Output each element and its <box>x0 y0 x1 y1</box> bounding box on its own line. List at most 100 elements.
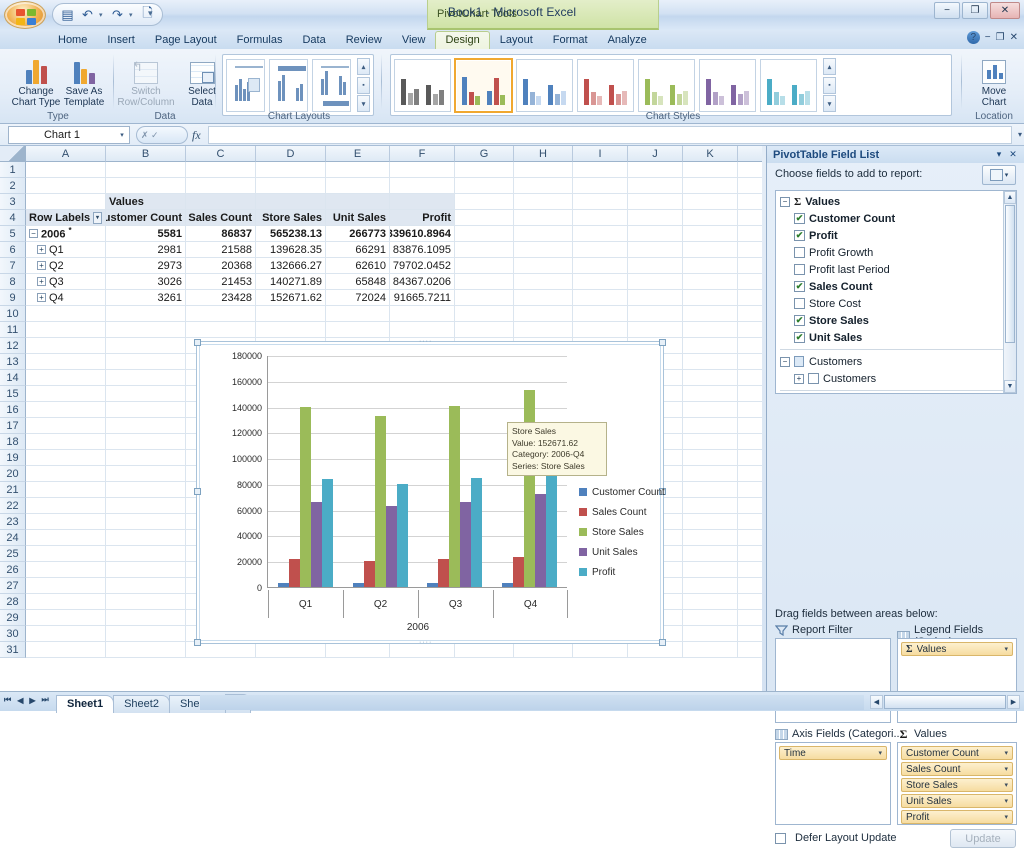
row-header-26[interactable]: 26 <box>0 562 26 578</box>
chart-style-thumb-3[interactable] <box>516 58 573 112</box>
pill-values-store-sales[interactable]: Store Sales ▾ <box>901 778 1013 792</box>
cell[interactable] <box>326 194 390 210</box>
cell[interactable] <box>26 418 106 434</box>
cell[interactable] <box>738 226 762 242</box>
pill-axis-time[interactable]: Time ▾ <box>779 746 887 760</box>
bar-unit-sales[interactable] <box>460 502 472 587</box>
row-header-24[interactable]: 24 <box>0 530 26 546</box>
cell[interactable] <box>628 306 683 322</box>
pivot-row-label[interactable]: −2006 * <box>26 226 106 242</box>
bar-sales-count[interactable] <box>438 559 450 587</box>
cell[interactable] <box>326 642 390 658</box>
chart-style-thumb-6[interactable] <box>699 58 756 112</box>
row-header-20[interactable]: 20 <box>0 466 26 482</box>
cell[interactable] <box>573 194 628 210</box>
cell[interactable] <box>455 226 514 242</box>
tab-home[interactable]: Home <box>48 31 97 49</box>
cell[interactable] <box>455 178 514 194</box>
cell[interactable] <box>106 466 186 482</box>
cell[interactable] <box>106 402 186 418</box>
expand-collapse-icon[interactable]: − <box>29 229 38 238</box>
pivot-value-cell[interactable]: 72024 <box>326 290 390 306</box>
field-item-profit[interactable]: ✔ Profit <box>776 227 1016 244</box>
field-item-customer-count[interactable]: ✔ Customer Count <box>776 210 1016 227</box>
chevron-down-icon[interactable]: ▾ <box>1004 765 1008 773</box>
cell[interactable] <box>683 642 738 658</box>
cell[interactable] <box>573 258 628 274</box>
pivot-value-cell[interactable]: 66291 <box>326 242 390 258</box>
cell[interactable] <box>683 482 738 498</box>
pivot-value-cell[interactable]: 2973 <box>106 258 186 274</box>
cell[interactable] <box>628 322 683 338</box>
cell[interactable] <box>514 162 573 178</box>
pivot-value-cell[interactable]: 86837 <box>186 226 256 242</box>
cell[interactable] <box>628 178 683 194</box>
cell[interactable] <box>26 530 106 546</box>
row-header-27[interactable]: 27 <box>0 578 26 594</box>
field-table-customers[interactable]: − Customers <box>776 353 1016 370</box>
cell[interactable] <box>683 562 738 578</box>
name-box[interactable]: Chart 1 ▾ <box>8 126 130 144</box>
pivot-row-label[interactable]: + Q2 <box>26 258 106 274</box>
field-item-customers[interactable]: + Customers <box>776 370 1016 387</box>
field-checkbox[interactable] <box>794 264 805 275</box>
cell[interactable] <box>738 466 762 482</box>
pivot-value-cell[interactable]: 84367.0206 <box>390 274 455 290</box>
cell[interactable] <box>738 482 762 498</box>
cell[interactable] <box>106 306 186 322</box>
pivot-column-header[interactable]: Customer Count <box>106 210 186 226</box>
legend-item-store-sales[interactable]: Store Sales <box>579 522 665 542</box>
cell[interactable] <box>683 514 738 530</box>
pivot-value-cell[interactable]: 152671.62 <box>256 290 326 306</box>
cell[interactable] <box>455 642 514 658</box>
pivot-value-cell[interactable]: 565238.13 <box>256 226 326 242</box>
pivot-value-cell[interactable]: 139628.35 <box>256 242 326 258</box>
bar-profit[interactable] <box>546 468 558 587</box>
cell[interactable] <box>106 610 186 626</box>
cell[interactable] <box>256 642 326 658</box>
horizontal-scrollbar[interactable]: ◀ ▶ <box>870 695 1020 709</box>
cell[interactable] <box>573 178 628 194</box>
panel-close-icon[interactable]: ✕ <box>1006 149 1020 160</box>
cell[interactable] <box>26 610 106 626</box>
row-header-11[interactable]: 11 <box>0 322 26 338</box>
cell[interactable] <box>514 642 573 658</box>
cell[interactable] <box>573 274 628 290</box>
cell[interactable] <box>628 210 683 226</box>
cell[interactable] <box>683 290 738 306</box>
pivot-value-cell[interactable]: 83876.1095 <box>390 242 455 258</box>
next-sheet-icon[interactable]: ▶ <box>29 696 35 705</box>
cell[interactable] <box>738 530 762 546</box>
cell[interactable] <box>326 322 390 338</box>
select-all-button[interactable] <box>0 146 26 162</box>
cell[interactable] <box>106 514 186 530</box>
cell[interactable] <box>256 194 326 210</box>
cell[interactable] <box>683 162 738 178</box>
cell[interactable] <box>573 242 628 258</box>
chart-handle-top[interactable]: ···· <box>419 338 432 345</box>
expand-collapse-icon[interactable]: − <box>780 356 790 367</box>
cell[interactable] <box>106 450 186 466</box>
chart-handle-br[interactable] <box>659 639 666 646</box>
cell[interactable] <box>26 626 106 642</box>
cell[interactable] <box>683 370 738 386</box>
tab-insert[interactable]: Insert <box>97 31 145 49</box>
pivot-value-cell[interactable]: 20368 <box>186 258 256 274</box>
cell[interactable] <box>514 258 573 274</box>
cell[interactable] <box>514 210 573 226</box>
cell[interactable] <box>326 178 390 194</box>
tab-view[interactable]: View <box>392 31 436 49</box>
column-header-j[interactable]: J <box>628 146 683 162</box>
help-icon[interactable]: ? <box>966 31 980 44</box>
doc-minimize-button[interactable]: − <box>985 32 991 43</box>
cell[interactable] <box>683 546 738 562</box>
cell[interactable] <box>390 194 455 210</box>
chart-handle-left[interactable] <box>194 488 201 495</box>
row-header-30[interactable]: 30 <box>0 626 26 642</box>
bar-store-sales[interactable] <box>299 407 311 587</box>
pivot-value-cell[interactable]: 23428 <box>186 290 256 306</box>
chart-style-thumb-4[interactable] <box>577 58 634 112</box>
cell[interactable] <box>106 498 186 514</box>
cell[interactable] <box>683 210 738 226</box>
hscroll-right-icon[interactable]: ▶ <box>1007 695 1020 709</box>
